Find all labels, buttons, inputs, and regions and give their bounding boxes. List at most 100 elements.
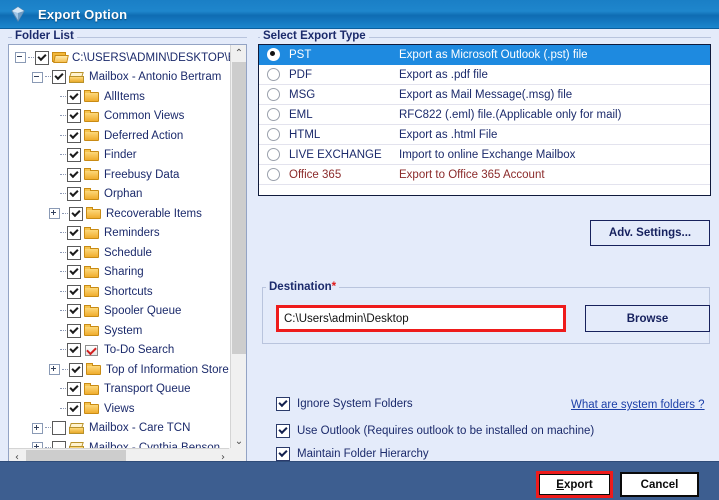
- export-type-option[interactable]: LIVE EXCHANGE Import to online Exchange M…: [259, 145, 710, 165]
- collapse-icon[interactable]: [15, 52, 26, 64]
- folder-tree-item[interactable]: Finder: [9, 146, 231, 166]
- folder-checkbox[interactable]: [67, 323, 81, 338]
- folder-tree-viewport: C:\USERS\ADMIN\DESKTOP\ED Mailbox - Anton…: [9, 45, 231, 449]
- browse-button[interactable]: Browse: [585, 305, 710, 332]
- scroll-up-button[interactable]: ⌃: [231, 45, 246, 61]
- expand-icon[interactable]: [49, 208, 60, 220]
- destination-required-marker: *: [331, 281, 337, 293]
- folder-checkbox[interactable]: [67, 148, 81, 163]
- cancel-button[interactable]: Cancel: [620, 472, 699, 497]
- folder-item-label: Views: [104, 402, 135, 415]
- folder-checkbox[interactable]: [67, 109, 81, 124]
- folder-checkbox[interactable]: [67, 343, 81, 358]
- export-type-option[interactable]: HTML Export as .html File: [259, 125, 710, 145]
- folder-checkbox[interactable]: [67, 167, 81, 182]
- folder-item-label: Recoverable Items: [106, 207, 202, 220]
- folder-tree-item[interactable]: Schedule: [9, 243, 231, 263]
- tree-vscroll-thumb[interactable]: [232, 62, 246, 354]
- folder-checkbox[interactable]: [67, 89, 81, 104]
- folder-item-label: Shortcuts: [104, 285, 153, 298]
- folder-list-label: Folder List: [12, 30, 77, 42]
- folder-checkbox[interactable]: [67, 265, 81, 280]
- folder-tree-item[interactable]: Freebusy Data: [9, 165, 231, 185]
- ignore-system-folders-checkbox[interactable]: [276, 397, 290, 411]
- folder-tree-item[interactable]: System: [9, 321, 231, 341]
- tree-connector: [60, 134, 66, 137]
- export-type-radio[interactable]: [267, 68, 280, 81]
- expand-icon[interactable]: [49, 364, 60, 376]
- folder-icon: [84, 304, 100, 318]
- folder-tree-item[interactable]: C:\USERS\ADMIN\DESKTOP\ED: [9, 48, 231, 68]
- tree-connector: [60, 388, 66, 390]
- what-are-system-folders-link[interactable]: What are system folders ?: [571, 399, 705, 411]
- folder-checkbox[interactable]: [67, 226, 81, 241]
- folder-tree-item[interactable]: Recoverable Items: [9, 204, 231, 224]
- export-type-option[interactable]: Office 365 Export to Office 365 Account: [259, 165, 710, 185]
- folder-tree[interactable]: C:\USERS\ADMIN\DESKTOP\ED Mailbox - Anton…: [9, 48, 231, 449]
- window-title: Export Option: [38, 6, 128, 22]
- scroll-down-button[interactable]: ⌄: [231, 433, 246, 449]
- export-type-radio[interactable]: [267, 148, 280, 161]
- folder-checkbox[interactable]: [35, 50, 49, 65]
- maintain-folder-hierarchy-checkbox[interactable]: [276, 447, 290, 461]
- title-bar: Export Option: [0, 0, 719, 29]
- export-type-option[interactable]: PDF Export as .pdf file: [259, 65, 710, 85]
- folder-tree-item[interactable]: Reminders: [9, 224, 231, 244]
- folder-checkbox[interactable]: [67, 401, 81, 416]
- tree-vertical-scrollbar[interactable]: ⌃ ⌄: [230, 45, 246, 449]
- ignore-system-folders-option[interactable]: Ignore System Folders: [276, 397, 413, 411]
- collapse-icon[interactable]: [32, 71, 43, 83]
- folder-checkbox[interactable]: [69, 206, 83, 221]
- folder-tree-item[interactable]: Deferred Action: [9, 126, 231, 146]
- folder-tree-item[interactable]: Views: [9, 399, 231, 419]
- adv-settings-button[interactable]: Adv. Settings...: [590, 220, 710, 246]
- export-type-description: Export as .html File: [399, 128, 498, 141]
- folder-tree-item[interactable]: Mailbox - Antonio Bertram: [9, 68, 231, 88]
- folder-tree-item[interactable]: Top of Information Store: [9, 360, 231, 380]
- tree-connector: [62, 368, 68, 371]
- folder-tree-item[interactable]: Shortcuts: [9, 282, 231, 302]
- folder-item-label: Orphan: [104, 188, 143, 201]
- folder-item-label: Sharing: [104, 266, 144, 279]
- destination-path-input[interactable]: C:\Users\admin\Desktop: [276, 305, 566, 332]
- folder-checkbox[interactable]: [52, 421, 66, 436]
- folder-tree-item[interactable]: Sharing: [9, 263, 231, 283]
- export-type-option[interactable]: PST Export as Microsoft Outlook (.pst) fi…: [259, 45, 710, 65]
- folder-tree-item[interactable]: Transport Queue: [9, 380, 231, 400]
- export-type-radio[interactable]: [267, 88, 280, 101]
- folder-tree-item[interactable]: To-Do Search: [9, 341, 231, 361]
- folder-icon: [84, 324, 100, 337]
- export-type-radio[interactable]: [267, 128, 280, 141]
- folder-checkbox[interactable]: [67, 284, 81, 299]
- folder-checkbox[interactable]: [67, 304, 81, 319]
- folder-checkbox[interactable]: [52, 70, 66, 85]
- folder-tree-item[interactable]: Spooler Queue: [9, 302, 231, 322]
- export-type-option[interactable]: MSG Export as Mail Message(.msg) file: [259, 85, 710, 105]
- folder-item-label: Freebusy Data: [104, 168, 180, 181]
- folder-checkbox[interactable]: [67, 187, 81, 202]
- folder-checkbox[interactable]: [67, 128, 81, 143]
- expand-icon[interactable]: [32, 422, 43, 434]
- folder-tree-item[interactable]: Orphan: [9, 185, 231, 205]
- maintain-folder-hierarchy-option[interactable]: Maintain Folder Hierarchy: [276, 447, 429, 461]
- folder-checkbox[interactable]: [67, 382, 81, 397]
- export-type-description: Export as Mail Message(.msg) file: [399, 88, 573, 101]
- use-outlook-option[interactable]: Use Outlook (Requires outlook to be inst…: [276, 424, 594, 438]
- export-type-radio[interactable]: [267, 48, 280, 61]
- folder-tree-panel[interactable]: C:\USERS\ADMIN\DESKTOP\ED Mailbox - Anton…: [8, 44, 247, 466]
- export-type-radio[interactable]: [267, 168, 280, 181]
- folder-icon: [84, 187, 100, 201]
- folder-tree-item[interactable]: AllItems: [9, 87, 231, 107]
- export-type-option[interactable]: EML RFC822 (.eml) file.(Applicable only f…: [259, 105, 710, 125]
- folder-checkbox[interactable]: [67, 245, 81, 260]
- use-outlook-checkbox[interactable]: [276, 424, 290, 438]
- tree-connector: [60, 193, 66, 195]
- folder-icon: [84, 285, 100, 298]
- folder-checkbox[interactable]: [69, 362, 83, 377]
- export-button-accesskey: E: [556, 478, 564, 491]
- export-type-list[interactable]: PST Export as Microsoft Outlook (.pst) fi…: [258, 44, 711, 196]
- folder-tree-item[interactable]: Mailbox - Care TCN: [9, 419, 231, 439]
- export-type-radio[interactable]: [267, 108, 280, 121]
- folder-tree-item[interactable]: Common Views: [9, 107, 231, 127]
- export-button[interactable]: Export: [539, 474, 610, 495]
